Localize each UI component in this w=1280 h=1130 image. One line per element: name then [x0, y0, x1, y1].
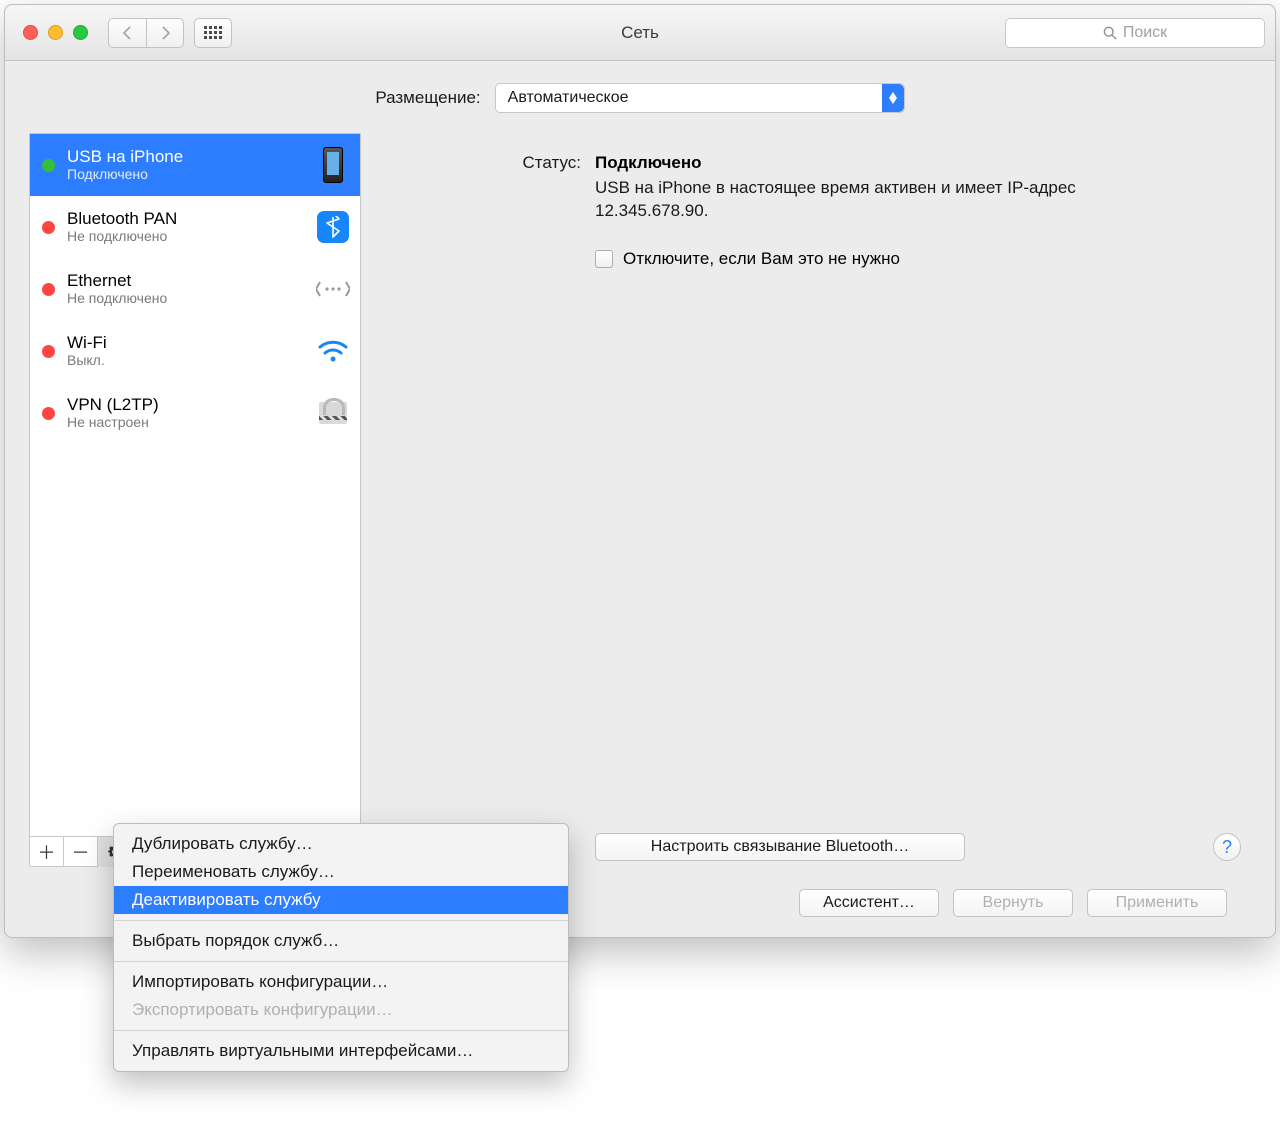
- location-value: Автоматическое: [508, 89, 629, 107]
- show-all-prefs-button[interactable]: [194, 18, 232, 48]
- disable-checkbox[interactable]: [595, 250, 613, 268]
- location-label: Размещение:: [375, 88, 480, 108]
- help-button[interactable]: ?: [1213, 833, 1241, 861]
- service-text: Wi-Fi Выкл.: [67, 334, 316, 369]
- location-popup[interactable]: Автоматическое: [495, 83, 905, 113]
- titlebar: Сеть Поиск: [5, 5, 1275, 61]
- menu-separator: [114, 1030, 568, 1031]
- service-text: VPN (L2TP) Не настроен: [67, 396, 316, 431]
- minimize-window-button[interactable]: [48, 25, 63, 40]
- iphone-icon: [316, 145, 350, 185]
- status-dot-icon: [42, 159, 55, 172]
- nav-group: [108, 18, 184, 48]
- service-name: VPN (L2TP): [67, 396, 316, 415]
- status-dot-icon: [42, 221, 55, 234]
- service-status: Не подключено: [67, 228, 316, 244]
- service-name: Ethernet: [67, 272, 316, 291]
- status-dot-icon: [42, 283, 55, 296]
- service-name: USB на iPhone: [67, 148, 316, 167]
- menu-manage-virtual-interfaces[interactable]: Управлять виртуальными интерфейсами…: [114, 1037, 568, 1065]
- ethernet-icon: [316, 269, 350, 309]
- traffic-lights: [23, 25, 88, 40]
- status-row: Статус: Подключено USB на iPhone в насто…: [381, 153, 1241, 223]
- body-row: USB на iPhone Подключено Bluetooth PAN Н…: [29, 133, 1251, 867]
- service-sidebar: USB на iPhone Подключено Bluetooth PAN Н…: [29, 133, 361, 867]
- service-status: Не настроен: [67, 414, 316, 430]
- menu-set-service-order[interactable]: Выбрать порядок служб…: [114, 927, 568, 955]
- service-item-wifi[interactable]: Wi-Fi Выкл.: [30, 320, 360, 382]
- chevron-up-down-icon: [882, 84, 904, 112]
- service-name: Wi-Fi: [67, 334, 316, 353]
- status-value: Подключено: [595, 153, 702, 172]
- service-list[interactable]: USB на iPhone Подключено Bluetooth PAN Н…: [30, 134, 360, 836]
- bluetooth-icon: [316, 207, 350, 247]
- service-text: Bluetooth PAN Не подключено: [67, 210, 316, 245]
- menu-export-config: Экспортировать конфигурации…: [114, 996, 568, 1024]
- search-icon: [1103, 26, 1117, 40]
- configure-bluetooth-button[interactable]: Настроить связывание Bluetooth…: [595, 833, 965, 861]
- detail-pane: Статус: Подключено USB на iPhone в насто…: [381, 133, 1251, 867]
- menu-separator: [114, 920, 568, 921]
- service-item-vpn[interactable]: VPN (L2TP) Не настроен: [30, 382, 360, 444]
- status-dot-icon: [42, 407, 55, 420]
- assistant-button[interactable]: Ассистент…: [799, 889, 939, 917]
- menu-duplicate-service[interactable]: Дублировать службу…: [114, 830, 568, 858]
- back-button[interactable]: [108, 18, 146, 48]
- search-placeholder: Поиск: [1123, 24, 1167, 42]
- service-name: Bluetooth PAN: [67, 210, 316, 229]
- wifi-icon: [316, 331, 350, 371]
- service-text: USB на iPhone Подключено: [67, 148, 316, 183]
- network-prefs-window: Сеть Поиск Размещение: Автоматическое: [4, 4, 1276, 938]
- disable-checkbox-row: Отключите, если Вам это не нужно: [381, 249, 1241, 269]
- service-text: Ethernet Не подключено: [67, 272, 316, 307]
- service-status: Не подключено: [67, 290, 316, 306]
- service-status: Выкл.: [67, 352, 316, 368]
- status-label: Статус:: [511, 153, 581, 223]
- close-window-button[interactable]: [23, 25, 38, 40]
- service-status: Подключено: [67, 166, 316, 182]
- service-item-ethernet[interactable]: Ethernet Не подключено: [30, 258, 360, 320]
- gear-dropdown-menu: Дублировать службу… Переименовать службу…: [113, 823, 569, 1072]
- forward-button[interactable]: [146, 18, 184, 48]
- status-description: USB на iPhone в настоящее время активен …: [595, 177, 1155, 223]
- service-item-bluetooth-pan[interactable]: Bluetooth PAN Не подключено: [30, 196, 360, 258]
- service-item-usb-iphone[interactable]: USB на iPhone Подключено: [30, 134, 360, 196]
- remove-service-button[interactable]: －: [64, 837, 98, 867]
- disable-checkbox-label: Отключите, если Вам это не нужно: [623, 249, 900, 269]
- menu-separator: [114, 961, 568, 962]
- revert-button[interactable]: Вернуть: [953, 889, 1073, 917]
- add-service-button[interactable]: ＋: [30, 837, 64, 867]
- zoom-window-button[interactable]: [73, 25, 88, 40]
- apply-button[interactable]: Применить: [1087, 889, 1227, 917]
- menu-rename-service[interactable]: Переименовать службу…: [114, 858, 568, 886]
- lock-icon: [316, 393, 350, 433]
- grid-icon: [204, 26, 222, 39]
- menu-deactivate-service[interactable]: Деактивировать службу: [114, 886, 568, 914]
- status-dot-icon: [42, 345, 55, 358]
- menu-import-config[interactable]: Импортировать конфигурации…: [114, 968, 568, 996]
- location-row: Размещение: Автоматическое: [29, 83, 1251, 113]
- content-area: Размещение: Автоматическое USB на iPhone…: [5, 61, 1275, 937]
- search-input[interactable]: Поиск: [1005, 18, 1265, 48]
